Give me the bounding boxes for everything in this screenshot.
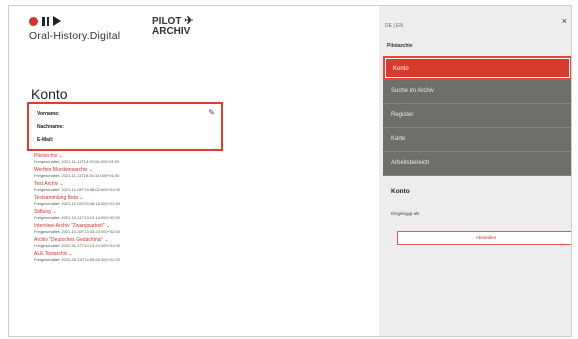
archive-logo-line2: ARCHIV (152, 26, 191, 37)
close-icon[interactable]: × (562, 16, 567, 26)
email-label: E-Mail: (37, 137, 54, 143)
archive-date: Freigeschaltet: 2021-10-30T13:33:23.000+… (34, 229, 120, 234)
sidebar-item-workspace[interactable]: Arbeitsbereich (383, 152, 571, 176)
archive-date: Freigeschaltet: 2021-12-09T14:38:02.000+… (34, 187, 120, 192)
sidebar-item-search[interactable]: Suche im Archiv (383, 80, 571, 104)
archive-date: Freigeschaltet: 2022-01-17T10:13:24.000+… (34, 243, 120, 248)
list-item: Pilotarchiv ⌄ Freigeschaltet: 2021-11-11… (34, 153, 234, 167)
first-name-label: Vorname: (37, 111, 60, 117)
sidebar: DE | EN × Pilotarchiv Konto Suche im Arc… (379, 6, 571, 336)
list-item: Werften Munitionsarchiv ⌄ Freigeschaltet… (34, 167, 234, 181)
archive-date: Freigeschaltet: 2021-12-09T09:48:16.000+… (34, 201, 120, 206)
sidebar-item-account[interactable]: Konto (383, 56, 571, 80)
sidebar-heading: Konto (391, 188, 410, 195)
pencil-icon[interactable]: ✎ (208, 108, 215, 117)
logout-button[interactable]: Abmelden (397, 231, 571, 245)
sidebar-item-register[interactable]: Register (383, 104, 571, 128)
list-item: Stiftung ⌄ Freigeschaltet: 2021-10-21T13… (34, 209, 234, 223)
archive-date: Freigeschaltet: 2022-09-14T14:55:26.000+… (34, 257, 120, 262)
list-item: Test Archiv ⌄ Freigeschaltet: 2021-12-09… (34, 181, 234, 195)
archive-list: Pilotarchiv ⌄ Freigeschaltet: 2021-11-11… (34, 153, 234, 265)
list-item: ALE Testarchiv ⌄ Freigeschaltet: 2022-09… (34, 251, 234, 265)
language-switcher[interactable]: DE | EN (385, 23, 403, 29)
pause-icon (42, 16, 49, 26)
brand-name: Oral-History.Digital (29, 30, 121, 42)
page-title: Konto (31, 86, 68, 102)
profile-box: Vorname: Nachname: E-Mail: ✎ (27, 102, 223, 151)
sidebar-item-map[interactable]: Karte (383, 128, 571, 152)
list-item: Archiv "Deutsches Gedächtnis" ⌄ Freigesc… (34, 237, 234, 251)
archive-date: Freigeschaltet: 2021-11-11T15:35:32.000+… (34, 173, 120, 178)
login-status: Eingeloggt als (391, 211, 420, 216)
archive-date: Freigeschaltet: 2021-10-21T13:12:14.000+… (34, 215, 120, 220)
archive-logo[interactable]: PILOT ✈ ARCHIV (152, 16, 193, 37)
play-icon (53, 16, 61, 26)
archive-date: Freigeschaltet: 2021-11-11T14:29:00.000+… (34, 159, 120, 164)
list-item: Interview-Archiv "Zwangsarbeit" ⌄ Freige… (34, 223, 234, 237)
sidebar-menu: Konto Suche im Archiv Register Karte Arb… (383, 56, 571, 176)
last-name-label: Nachname: (37, 124, 64, 130)
app-frame: Oral-History.Digital PILOT ✈ ARCHIV Kont… (8, 5, 572, 337)
record-icon (29, 16, 38, 26)
breadcrumb[interactable]: Pilotarchiv (387, 43, 413, 49)
main-content: Oral-History.Digital PILOT ✈ ARCHIV Kont… (9, 6, 379, 336)
brand-logo[interactable]: Oral-History.Digital (29, 15, 120, 42)
logo-icons (29, 15, 120, 27)
list-item: Testsammlung Beta ⌄ Freigeschaltet: 2021… (34, 195, 234, 209)
